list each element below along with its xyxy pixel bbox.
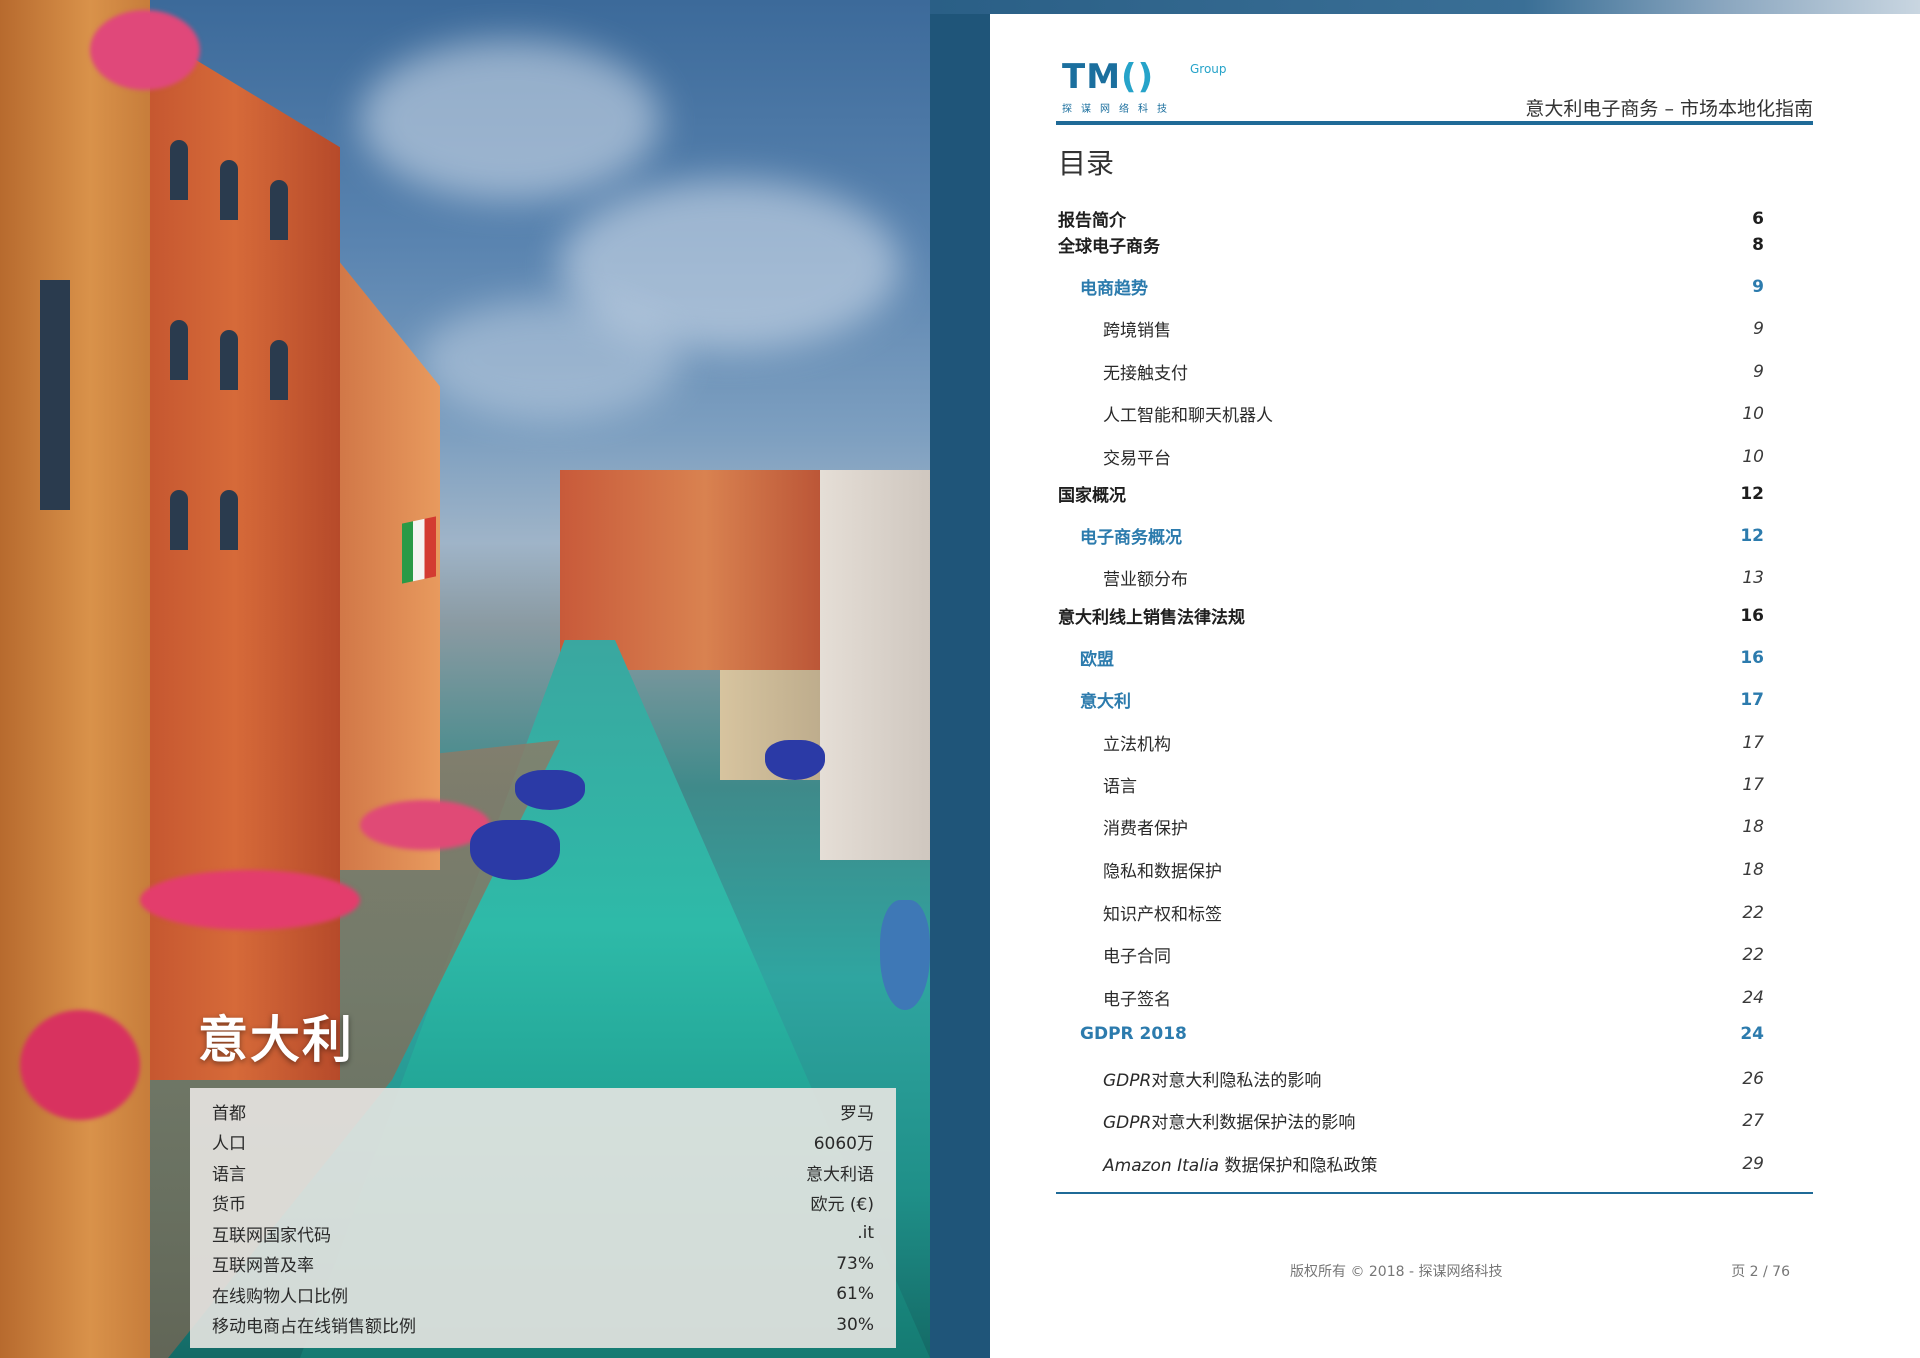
toc-entry[interactable]: 全球电子商务 8 [1058,232,1764,258]
toc-entry[interactable]: 隐私和数据保护 18 [1058,857,1764,883]
toc-entry[interactable]: 消费者保护 18 [1058,814,1764,840]
footer-copyright: 版权所有 © 2018 - 探谋网络科技 [1290,1264,1503,1280]
fact-row: 货币 欧元 (€) [212,1195,874,1216]
fact-row: 互联网普及率 73% [212,1253,874,1277]
toc-entry[interactable]: 知识产权和标签 22 [1058,900,1764,926]
building [0,0,150,1358]
toc-entry[interactable]: 立法机构 17 [1058,730,1764,756]
logo-bracket: () [1121,57,1155,97]
flower-box [140,870,360,930]
window [40,280,70,510]
country-title: 意大利 [198,1011,354,1069]
toc-entry[interactable]: 无接触支付 9 [1058,359,1764,385]
window [270,340,288,400]
window [170,490,188,550]
cloud [420,300,680,420]
window [270,180,288,240]
toc-entry[interactable]: 电子合同 22 [1058,942,1764,968]
country-facts-box: 首都 罗马 人口 6060万 语言 意大利语 货币 欧元 (€) 互联网国家代码 .it … [190,1088,896,1348]
toc-entry[interactable]: 交易平台 10 [1058,444,1764,470]
toc-heading: 目录 [1058,147,1115,180]
flower-box [20,1010,140,1120]
toc-entry[interactable]: GDPR对意大利数据保护法的影响 27 [1058,1108,1764,1134]
company-logo: TM() Group 探谋网络科技 [1062,57,1227,115]
toc-entry[interactable]: 意大利 17 [1058,687,1764,713]
flower-box [90,10,200,90]
toc-entry[interactable]: 语言 17 [1058,772,1764,798]
toc-entry[interactable]: 人工智能和聊天机器人 10 [1058,401,1764,427]
gondola [515,770,585,810]
fact-row: 在线购物人口比例 61% [212,1284,874,1307]
boat [880,900,930,1010]
document-title: 意大利电子商务 – 市场本地化指南 [1525,98,1813,120]
fact-row: 首都 罗马 [212,1103,874,1124]
toc-entry[interactable]: 欧盟 16 [1058,645,1764,671]
logo-subtitle: 探谋网络科技 [1062,104,1176,115]
toc-entry[interactable]: 意大利线上销售法律法规 16 [1058,603,1764,629]
gondola [470,820,560,880]
building [820,470,930,860]
toc-entry[interactable]: 营业额分布 13 [1058,565,1764,591]
fact-row: 语言 意大利语 [212,1164,874,1185]
fact-row: 互联网国家代码 .it [212,1223,874,1246]
toc-entry[interactable]: 电商趋势 9 [1058,274,1764,300]
toc-entry[interactable]: GDPR对意大利隐私法的影响 26 [1058,1066,1764,1092]
header-divider [1056,121,1813,125]
gondola [765,740,825,780]
logo-text: TM [1062,57,1122,97]
toc-page: TM() Group 探谋网络科技 意大利电子商务 – 市场本地化指南 目录 报… [990,14,1920,1358]
fact-row: 移动电商占在线销售额比例 30% [212,1314,874,1338]
window [220,490,238,550]
window [220,160,238,220]
footer-divider [1056,1192,1813,1194]
toc-entry[interactable]: 跨境销售 9 [1058,316,1764,342]
cloud [360,40,660,200]
italian-flag [402,516,436,584]
logo-group-text: Group [1190,62,1227,76]
cover-page: 意大利 首都 罗马 人口 6060万 语言 意大利语 货币 欧元 (€) 互联网国家代码… [0,0,930,1358]
toc-entry[interactable]: Amazon Italia 数据保护和隐私政策 29 [1058,1151,1764,1177]
fact-row: 人口 6060万 [212,1134,874,1155]
toc-entry[interactable]: 报告简介 6 [1058,206,1764,232]
page-top-strip [930,0,1920,14]
book-spine [930,0,990,1358]
window [170,140,188,200]
window [220,330,238,390]
toc-entry[interactable]: 电子商务概况 12 [1058,523,1764,549]
toc-entry[interactable]: 国家概况 12 [1058,481,1764,507]
toc-entry[interactable]: GDPR 2018 24 [1058,1024,1764,1044]
window [170,320,188,380]
page-indicator: 页 2 / 76 [1731,1264,1790,1280]
toc-entry[interactable]: 电子签名 24 [1058,985,1764,1011]
